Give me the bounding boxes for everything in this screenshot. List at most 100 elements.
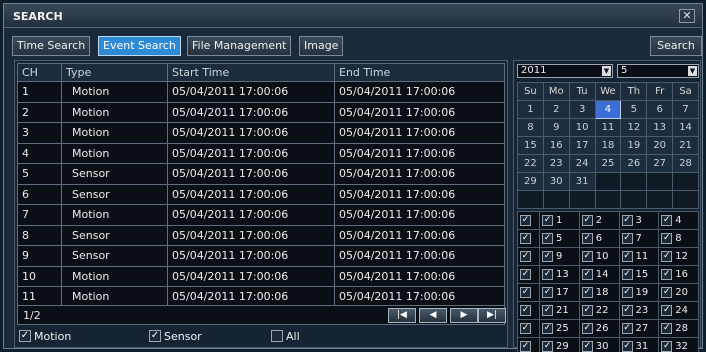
tab-image[interactable]: Image (299, 36, 344, 56)
column-header-ch[interactable]: CH (17, 63, 62, 82)
channel-checkbox[interactable]: ✓ (621, 268, 633, 280)
row-select-checkbox[interactable]: ✓ (520, 214, 531, 226)
channel-cell[interactable]: ✓ 16 (658, 265, 699, 284)
calendar-day[interactable]: 4 (594, 100, 622, 119)
first-page-button[interactable]: |◀ (388, 308, 416, 323)
channel-checkbox[interactable]: ✓ (621, 304, 633, 316)
calendar-day[interactable]: 12 (620, 118, 648, 137)
calendar-day[interactable]: 11 (594, 118, 622, 137)
channel-checkbox[interactable]: ✓ (581, 214, 593, 226)
table-row[interactable]: 10 Motion 05/04/2011 17:00:06 05/04/2011 17… (17, 265, 505, 287)
table-row[interactable]: 3 Motion 05/04/2011 17:00:06 05/04/2011 17:… (17, 122, 505, 144)
motion-checkbox[interactable]: ✓ (19, 330, 31, 342)
channel-checkbox[interactable]: ✓ (661, 232, 673, 244)
table-row[interactable]: 9 Sensor 05/04/2011 17:00:06 05/04/2011 17:… (17, 245, 505, 267)
calendar-day[interactable]: 10 (568, 118, 596, 137)
channel-cell[interactable]: ✓ 31 (618, 337, 660, 352)
calendar-day[interactable]: 6 (646, 100, 674, 119)
channel-cell[interactable]: ✓ 15 (618, 265, 660, 284)
row-select-checkbox[interactable]: ✓ (520, 286, 531, 298)
row-select-checkbox[interactable]: ✓ (520, 322, 531, 334)
table-row[interactable]: 2 Motion 05/04/2011 17:00:06 05/04/2011 17:… (17, 101, 505, 123)
channel-checkbox[interactable]: ✓ (542, 304, 553, 316)
row-select-checkbox[interactable]: ✓ (520, 268, 531, 280)
channel-cell[interactable]: ✓ 26 (578, 319, 620, 338)
prev-page-button[interactable]: ◀ (419, 308, 447, 323)
calendar-day[interactable]: 19 (620, 136, 648, 155)
all-checkbox[interactable] (271, 330, 283, 342)
channel-cell[interactable]: ✓ 1 (539, 211, 580, 230)
channel-checkbox[interactable]: ✓ (581, 232, 593, 244)
close-button[interactable]: ✕ (679, 9, 695, 23)
last-page-button[interactable]: ▶| (478, 308, 506, 323)
channel-checkbox[interactable]: ✓ (621, 322, 633, 334)
row-select-checkbox[interactable]: ✓ (520, 304, 531, 316)
table-row[interactable]: 7 Motion 05/04/2011 17:00:06 05/04/2011 17:… (17, 204, 505, 226)
channel-checkbox[interactable]: ✓ (542, 268, 553, 280)
calendar-day[interactable]: 28 (672, 154, 699, 173)
channel-cell[interactable]: ✓ 4 (658, 211, 699, 230)
channel-cell[interactable]: ✓ 17 (539, 283, 580, 302)
channel-cell[interactable]: ✓ 23 (618, 301, 660, 320)
channel-checkbox[interactable]: ✓ (661, 268, 673, 280)
year-select[interactable]: 2011 ▼ (517, 64, 613, 78)
channel-checkbox[interactable]: ✓ (661, 286, 673, 298)
next-page-button[interactable]: ▶ (450, 308, 478, 323)
channel-cell[interactable]: ✓ 5 (539, 229, 580, 248)
filter-sensor[interactable]: ✓ Sensor (149, 329, 202, 343)
calendar-day[interactable]: 14 (672, 118, 699, 137)
channel-checkbox[interactable]: ✓ (621, 232, 633, 244)
channel-cell[interactable]: ✓ 9 (539, 247, 580, 266)
channel-checkbox[interactable]: ✓ (581, 286, 593, 298)
channel-checkbox[interactable]: ✓ (542, 322, 553, 334)
calendar-day[interactable]: 9 (542, 118, 570, 137)
calendar-day[interactable]: 1 (517, 100, 544, 119)
calendar-day[interactable]: 21 (672, 136, 699, 155)
calendar-day[interactable]: 18 (594, 136, 622, 155)
tab-file-management[interactable]: File Management (187, 36, 292, 56)
table-row[interactable]: 5 Sensor 05/04/2011 17:00:06 05/04/2011 17:… (17, 163, 505, 185)
table-row[interactable]: 4 Motion 05/04/2011 17:00:06 05/04/2011 17:… (17, 142, 505, 164)
channel-checkbox[interactable]: ✓ (661, 250, 673, 262)
calendar-day[interactable]: 25 (594, 154, 622, 173)
channel-checkbox[interactable]: ✓ (581, 250, 593, 262)
channel-cell[interactable]: ✓ 30 (578, 337, 620, 352)
calendar-day[interactable]: 29 (517, 172, 544, 191)
channel-cell[interactable]: ✓ 11 (618, 247, 660, 266)
table-row[interactable]: 11 Motion 05/04/2011 17:00:06 05/04/2011 17… (17, 286, 505, 308)
calendar-day[interactable]: 31 (568, 172, 596, 191)
calendar-day[interactable]: 30 (542, 172, 570, 191)
channel-cell[interactable]: ✓ 29 (539, 337, 580, 352)
channel-checkbox[interactable]: ✓ (542, 340, 553, 352)
channel-cell[interactable]: ✓ 20 (658, 283, 699, 302)
calendar-day[interactable]: 16 (542, 136, 570, 155)
channel-cell[interactable]: ✓ 27 (618, 319, 660, 338)
channel-cell[interactable]: ✓ 8 (658, 229, 699, 248)
channel-checkbox[interactable]: ✓ (542, 232, 553, 244)
channel-cell[interactable]: ✓ 12 (658, 247, 699, 266)
channel-cell[interactable]: ✓ 13 (539, 265, 580, 284)
calendar-day[interactable]: 23 (542, 154, 570, 173)
channel-cell[interactable]: ✓ 24 (658, 301, 699, 320)
calendar-day[interactable]: 3 (568, 100, 596, 119)
channel-checkbox[interactable]: ✓ (581, 268, 593, 280)
channel-cell[interactable]: ✓ 10 (578, 247, 620, 266)
calendar-day[interactable]: 27 (646, 154, 674, 173)
channel-checkbox[interactable]: ✓ (661, 322, 673, 334)
sensor-checkbox[interactable]: ✓ (149, 330, 161, 342)
channel-cell[interactable]: ✓ 32 (658, 337, 699, 352)
channel-cell[interactable]: ✓ 7 (618, 229, 660, 248)
table-row[interactable]: 6 Sensor 05/04/2011 17:00:06 05/04/2011 17:… (17, 183, 505, 205)
channel-cell[interactable]: ✓ 25 (539, 319, 580, 338)
calendar-day[interactable]: 7 (672, 100, 699, 119)
tab-event-search[interactable]: Event Search (98, 36, 181, 56)
calendar-day[interactable]: 2 (542, 100, 570, 119)
table-row[interactable]: 8 Sensor 05/04/2011 17:00:06 05/04/2011 17:… (17, 224, 505, 246)
channel-checkbox[interactable]: ✓ (542, 286, 553, 298)
column-header-end-time[interactable]: End Time (334, 63, 505, 82)
channel-cell[interactable]: ✓ 14 (578, 265, 620, 284)
channel-checkbox[interactable]: ✓ (542, 214, 553, 226)
channel-cell[interactable]: ✓ 19 (618, 283, 660, 302)
row-select-checkbox[interactable]: ✓ (520, 340, 531, 352)
channel-checkbox[interactable]: ✓ (621, 214, 633, 226)
